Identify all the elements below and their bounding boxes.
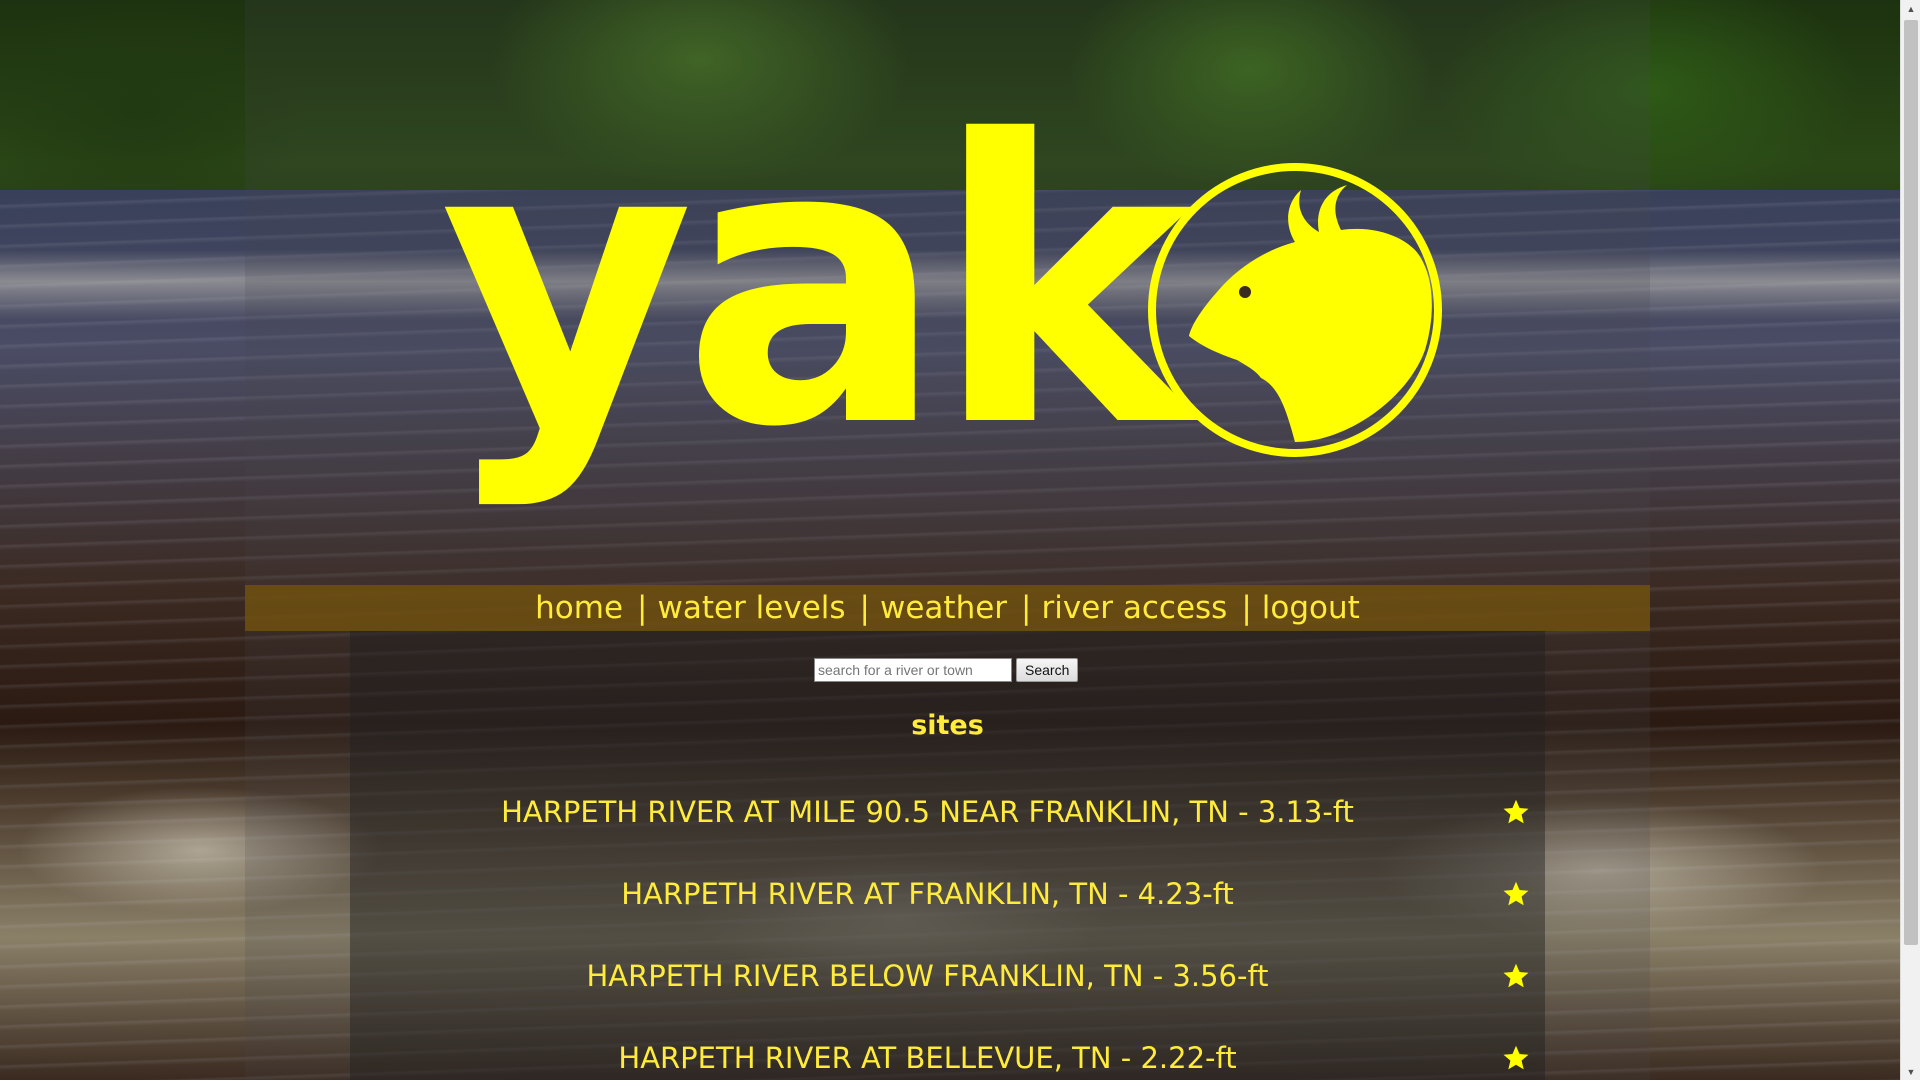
- nav-separator: |: [1241, 590, 1252, 626]
- star-icon[interactable]: [1502, 880, 1530, 908]
- nav-logout[interactable]: logout: [1262, 590, 1360, 626]
- scroll-down-arrow-icon[interactable]: ▼: [1901, 1063, 1920, 1080]
- nav-weather[interactable]: weather: [880, 590, 1007, 626]
- site-row: HARPETH RIVER AT MILE 90.5 NEAR FRANKLIN…: [350, 782, 1545, 842]
- star-icon[interactable]: [1502, 798, 1530, 826]
- main-nav: home | water levels | weather | river ac…: [245, 585, 1650, 631]
- scroll-thumb[interactable]: [1904, 20, 1918, 945]
- star-icon[interactable]: [1502, 1044, 1530, 1072]
- nav-water-levels[interactable]: water levels: [658, 590, 846, 626]
- search-form: Search: [814, 657, 1079, 683]
- site-row: HARPETH RIVER AT FRANKLIN, TN - 4.23-ft: [350, 864, 1545, 924]
- nav-river-access[interactable]: river access: [1042, 590, 1228, 626]
- page-scrollbar[interactable]: ▲ ▼: [1900, 0, 1920, 1080]
- nav-home[interactable]: home: [535, 590, 623, 626]
- site-row: HARPETH RIVER AT BELLEVUE, TN - 2.22-ft: [350, 1028, 1545, 1080]
- nav-separator: |: [859, 590, 870, 626]
- search-input[interactable]: [814, 658, 1012, 682]
- content-panel: [350, 630, 1545, 1080]
- site-link[interactable]: HARPETH RIVER AT FRANKLIN, TN - 4.23-ft: [350, 864, 1505, 924]
- nav-separator: |: [637, 590, 648, 626]
- search-button[interactable]: Search: [1016, 658, 1079, 682]
- site-row: HARPETH RIVER BELOW FRANKLIN, TN - 3.56-…: [350, 946, 1545, 1006]
- site-link[interactable]: HARPETH RIVER BELOW FRANKLIN, TN - 3.56-…: [350, 946, 1505, 1006]
- scroll-up-arrow-icon[interactable]: ▲: [1901, 0, 1920, 17]
- logo-wordmark: yak: [440, 58, 1193, 512]
- site-link[interactable]: HARPETH RIVER AT MILE 90.5 NEAR FRANKLIN…: [350, 782, 1505, 842]
- yak-head-icon: [1148, 163, 1442, 457]
- sites-heading: sites: [911, 710, 984, 741]
- site-logo[interactable]: yak: [440, 70, 1460, 530]
- site-link[interactable]: HARPETH RIVER AT BELLEVUE, TN - 2.22-ft: [350, 1028, 1505, 1080]
- nav-separator: |: [1021, 590, 1032, 626]
- star-icon[interactable]: [1502, 962, 1530, 990]
